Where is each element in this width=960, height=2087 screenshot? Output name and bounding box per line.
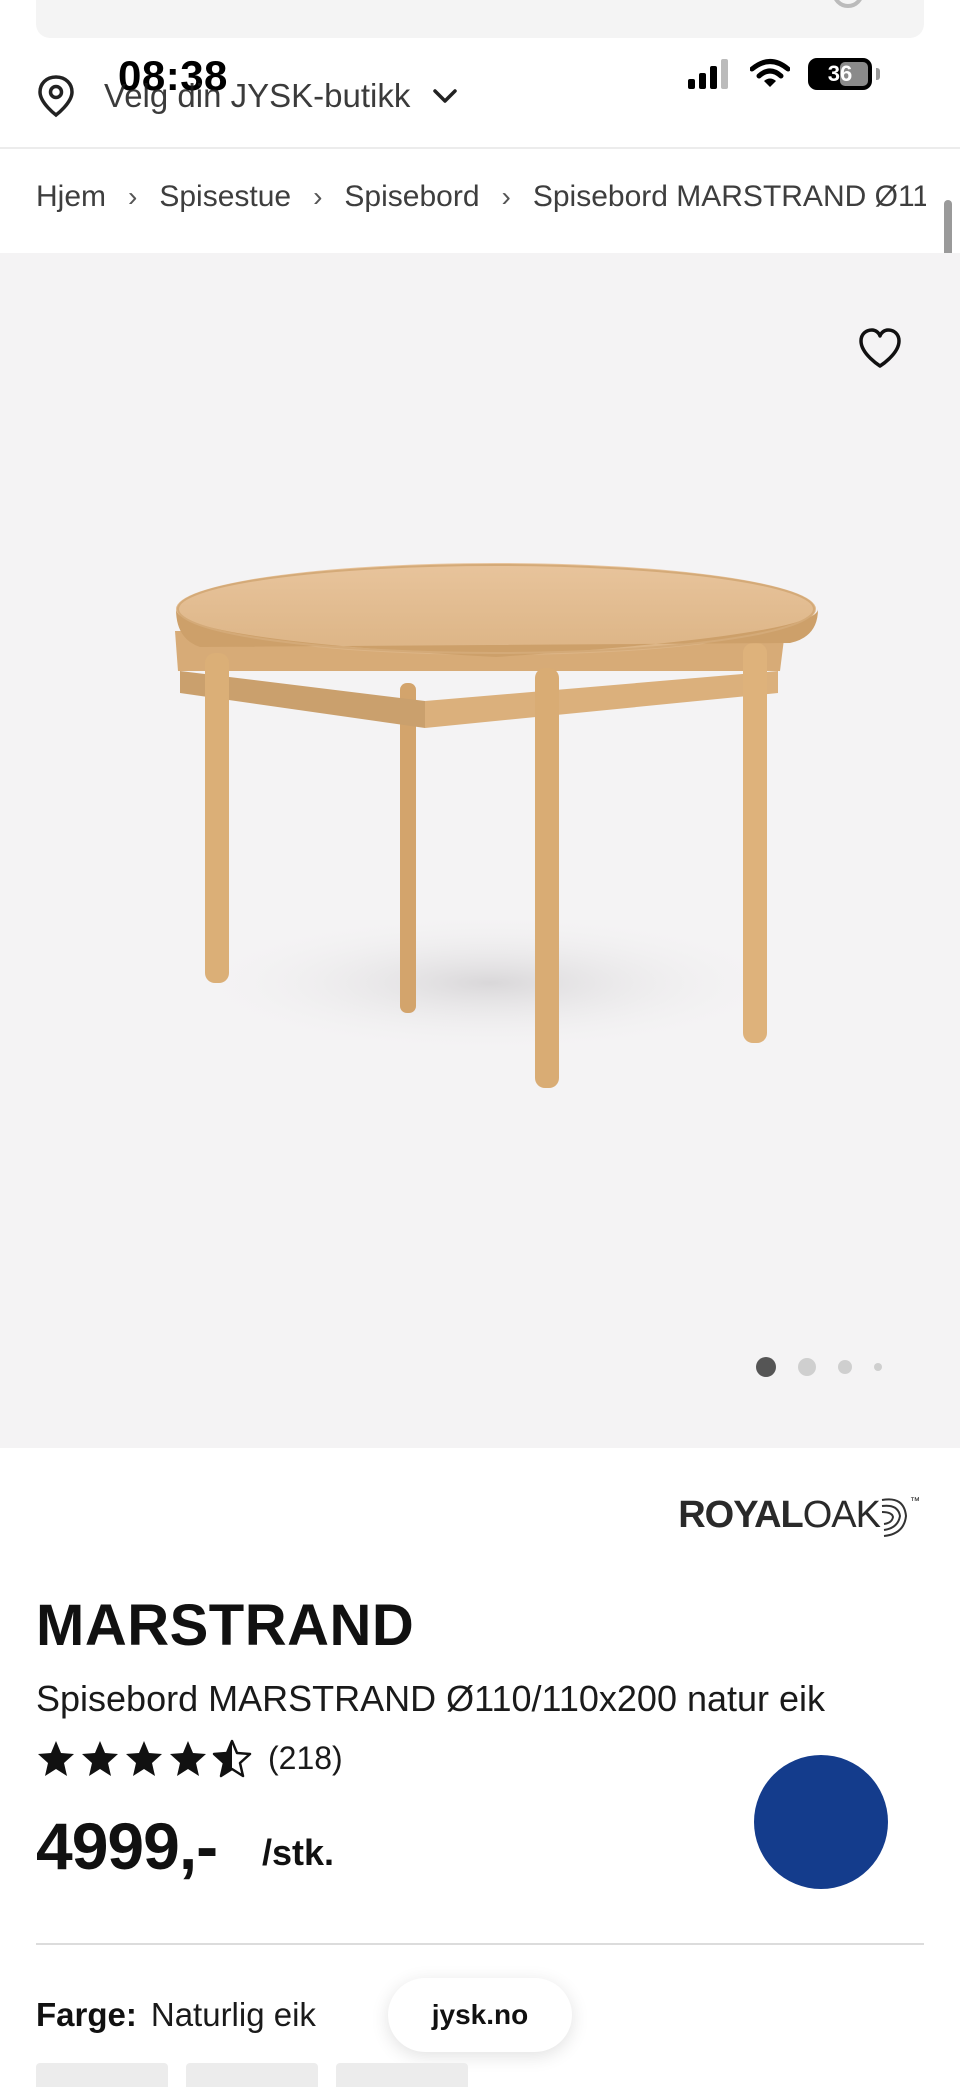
breadcrumb-separator: › xyxy=(313,181,323,212)
carousel-dot[interactable] xyxy=(756,1357,776,1377)
product-name: MARSTRAND xyxy=(36,1593,415,1658)
half-star-icon xyxy=(212,1739,252,1778)
brand-name: ROYALOAK xyxy=(678,1493,881,1536)
color-label: Farge: xyxy=(36,1996,137,2033)
breadcrumb: Hjem › Spisestue › Spisebord › Spisebord… xyxy=(36,180,926,214)
color-swatch[interactable] xyxy=(186,2063,318,2087)
product-photo xyxy=(175,563,818,1088)
store-selector-label: Velg din JYSK-butikk xyxy=(104,77,411,114)
rating[interactable]: (218) xyxy=(36,1738,343,1778)
star-icon xyxy=(82,1741,118,1776)
carousel-dot[interactable] xyxy=(838,1360,852,1374)
color-value: Naturlig eik xyxy=(150,1996,316,2033)
color-selector: Farge: Naturlig eik xyxy=(36,1996,316,2034)
color-swatch[interactable] xyxy=(336,2063,468,2087)
breadcrumb-current: Spisebord MARSTRAND Ø110/ xyxy=(532,180,926,213)
header-divider xyxy=(0,147,960,149)
star-icon xyxy=(126,1741,162,1776)
battery-icon: 36 xyxy=(808,58,872,90)
brand-arcs-icon xyxy=(881,1498,908,1537)
breadcrumb-dining-room[interactable]: Spisestue xyxy=(159,180,291,214)
review-count: (218) xyxy=(268,1739,343,1776)
price-unit: /stk. xyxy=(262,1832,335,1873)
color-swatch[interactable] xyxy=(36,2063,168,2087)
search-bar[interactable] xyxy=(36,0,924,38)
status-icons: 36 xyxy=(688,58,880,90)
browser-url-pill[interactable]: jysk.no xyxy=(388,1978,572,2052)
brand-logo[interactable]: ROYALOAK ™ xyxy=(678,1490,920,1540)
wifi-icon xyxy=(750,59,790,87)
heart-icon[interactable] xyxy=(856,325,904,373)
location-pin-icon xyxy=(38,75,74,118)
carousel-dot[interactable] xyxy=(874,1363,882,1371)
star-icon xyxy=(170,1741,206,1776)
product-description: Spisebord MARSTRAND Ø110/110x200 natur e… xyxy=(36,1678,826,1719)
breadcrumb-separator: › xyxy=(501,181,511,212)
color-swatches xyxy=(36,2063,468,2087)
carousel-indicator[interactable] xyxy=(756,1357,882,1377)
breadcrumb-home[interactable]: Hjem xyxy=(36,180,106,214)
store-selector[interactable]: Velg din JYSK-butikk xyxy=(36,74,458,118)
product-price: 4999,- xyxy=(36,1809,218,1883)
breadcrumb-dining-tables[interactable]: Spisebord xyxy=(344,180,479,214)
product-image-gallery[interactable] xyxy=(0,253,960,1448)
breadcrumb-separator: › xyxy=(128,181,138,212)
add-to-cart-button[interactable] xyxy=(754,1755,888,1889)
star-icon xyxy=(38,1741,74,1776)
trademark: ™ xyxy=(910,1496,920,1507)
carousel-dot[interactable] xyxy=(798,1358,816,1376)
search-icon[interactable] xyxy=(828,0,872,22)
signal-icon xyxy=(688,59,728,89)
section-divider xyxy=(36,1943,924,1945)
chevron-down-icon xyxy=(433,89,458,103)
